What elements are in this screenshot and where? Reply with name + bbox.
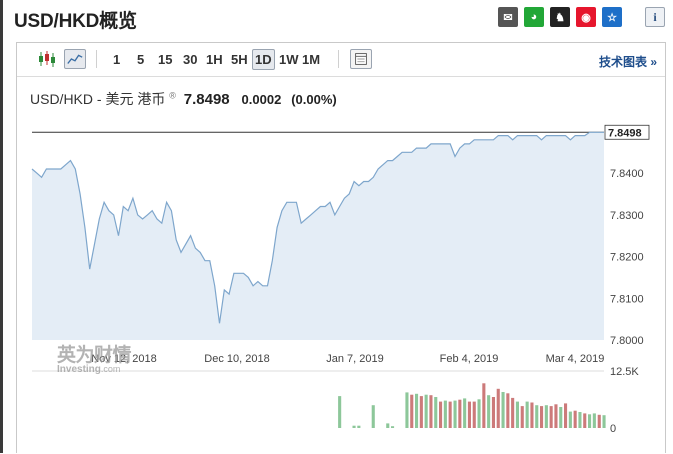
info-button[interactable]: i	[645, 7, 665, 27]
volume-bar[interactable]	[540, 406, 544, 428]
volume-bar[interactable]	[535, 405, 539, 428]
volume-bar[interactable]	[386, 423, 390, 428]
volume-bar[interactable]	[597, 414, 601, 428]
volume-bar[interactable]	[371, 405, 375, 428]
volume-bar[interactable]	[463, 398, 467, 428]
y-tick-label: 7.8200	[610, 252, 644, 264]
page-title: USD/HKD概览	[14, 11, 137, 32]
volume-bar[interactable]	[496, 388, 500, 428]
left-edge-strip	[0, 0, 3, 453]
chart-panel: 1 5 15 30 1H 5H 1D 1W 1M 技术图表 » USD/HKD - 美元 港币 …	[16, 42, 666, 453]
volume-bar[interactable]	[515, 401, 519, 428]
x-tick-label: Mar 4, 2019	[546, 353, 605, 365]
volume-bar[interactable]	[559, 407, 563, 428]
qq-icon[interactable]: ♞	[550, 7, 570, 27]
volume-bar[interactable]	[458, 399, 462, 428]
volume-bar[interactable]	[511, 397, 515, 428]
volume-bar[interactable]	[487, 395, 491, 428]
volume-bar[interactable]	[592, 413, 596, 428]
x-tick-label: Jan 7, 2019	[326, 353, 384, 365]
volume-tick-label: 12.5K	[610, 366, 639, 378]
volume-bar[interactable]	[472, 401, 476, 428]
volume-bar[interactable]	[564, 403, 568, 428]
volume-bar[interactable]	[448, 401, 452, 428]
volume-bar[interactable]	[583, 413, 587, 428]
last-price-label: 7.8498	[608, 127, 642, 139]
weibo-icon[interactable]: ◉	[576, 7, 596, 27]
volume-bar[interactable]	[482, 383, 486, 428]
volume-tick-label: 0	[610, 423, 616, 435]
volume-bar[interactable]	[554, 404, 558, 428]
volume-bar[interactable]	[443, 400, 447, 428]
y-tick-label: 7.8000	[610, 335, 644, 347]
volume-bar[interactable]	[429, 395, 433, 428]
volume-bar[interactable]	[434, 397, 438, 428]
y-tick-label: 7.8300	[610, 210, 644, 222]
y-tick-label: 7.8100	[610, 293, 644, 305]
email-icon[interactable]: ✉	[498, 7, 518, 27]
volume-bar[interactable]	[415, 393, 419, 428]
volume-bar[interactable]	[419, 396, 423, 428]
volume-bar[interactable]	[357, 425, 361, 428]
volume-bar[interactable]	[453, 400, 457, 428]
volume-bar[interactable]	[588, 414, 592, 428]
volume-bar[interactable]	[602, 415, 606, 428]
volume-bar[interactable]	[530, 402, 534, 429]
favorite-icon[interactable]: ☆	[602, 7, 622, 27]
y-tick-label: 7.8400	[610, 168, 644, 180]
volume-bar[interactable]	[424, 394, 428, 428]
volume-bar[interactable]	[578, 412, 582, 428]
volume-bar[interactable]	[520, 406, 524, 428]
volume-bar[interactable]	[391, 426, 395, 428]
volume-bar[interactable]	[568, 411, 572, 428]
volume-bar[interactable]	[410, 394, 414, 428]
volume-bar[interactable]	[439, 401, 443, 428]
volume-bar[interactable]	[477, 399, 481, 428]
x-tick-label: Dec 10, 2018	[204, 353, 269, 365]
volume-bar[interactable]	[467, 401, 471, 428]
volume-bar[interactable]	[338, 396, 342, 428]
share-toolbar: ✉ ◕ ♞ ◉ ☆	[498, 7, 622, 27]
volume-bar[interactable]	[549, 406, 553, 428]
volume-bar[interactable]	[525, 401, 529, 428]
volume-bar[interactable]	[491, 397, 495, 428]
volume-bar[interactable]	[506, 393, 510, 428]
volume-bar[interactable]	[352, 425, 356, 428]
volume-bar[interactable]	[405, 392, 409, 428]
volume-bar[interactable]	[573, 410, 577, 428]
volume-bar[interactable]	[501, 392, 505, 428]
wechat-icon[interactable]: ◕	[524, 7, 544, 27]
volume-bar[interactable]	[544, 405, 548, 428]
watermark-logo: 英为财情 Investing.com	[57, 345, 132, 375]
price-chart[interactable]: 7.84007.83007.82007.81007.80007.8498Nov …	[17, 43, 665, 454]
x-tick-label: Feb 4, 2019	[440, 353, 499, 365]
